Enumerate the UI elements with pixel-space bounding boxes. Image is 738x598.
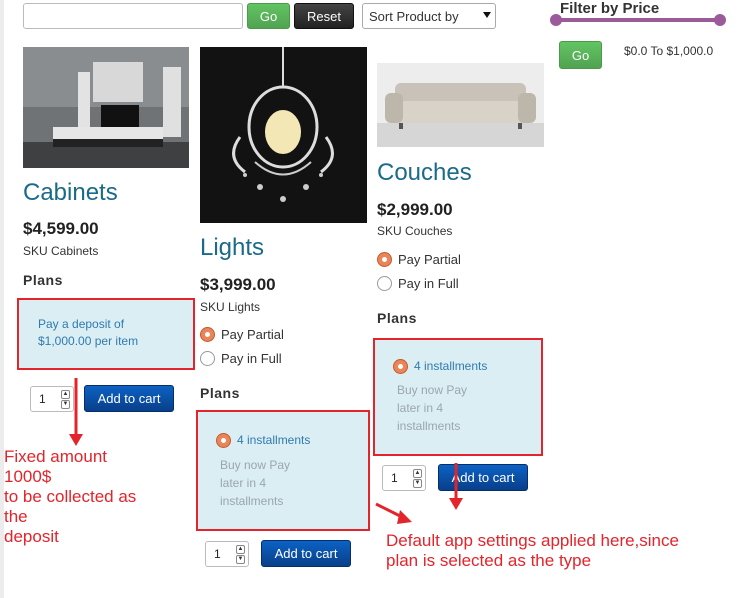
annotation-line: to be collected as	[4, 487, 137, 506]
annotation-line: deposit	[4, 527, 59, 546]
annotation-line: the	[4, 507, 28, 526]
annotation-default-settings: Default app settings applied here,since …	[386, 531, 679, 571]
annotation-line: Fixed amount	[4, 447, 107, 466]
annotation-fixed-amount: Fixed amount 1000$ to be collected as th…	[4, 447, 136, 547]
annotation-line: plan is selected as the type	[386, 551, 592, 570]
annotation-line: 1000$	[4, 467, 52, 486]
annotation-line: Default app settings applied here,since	[386, 531, 679, 550]
